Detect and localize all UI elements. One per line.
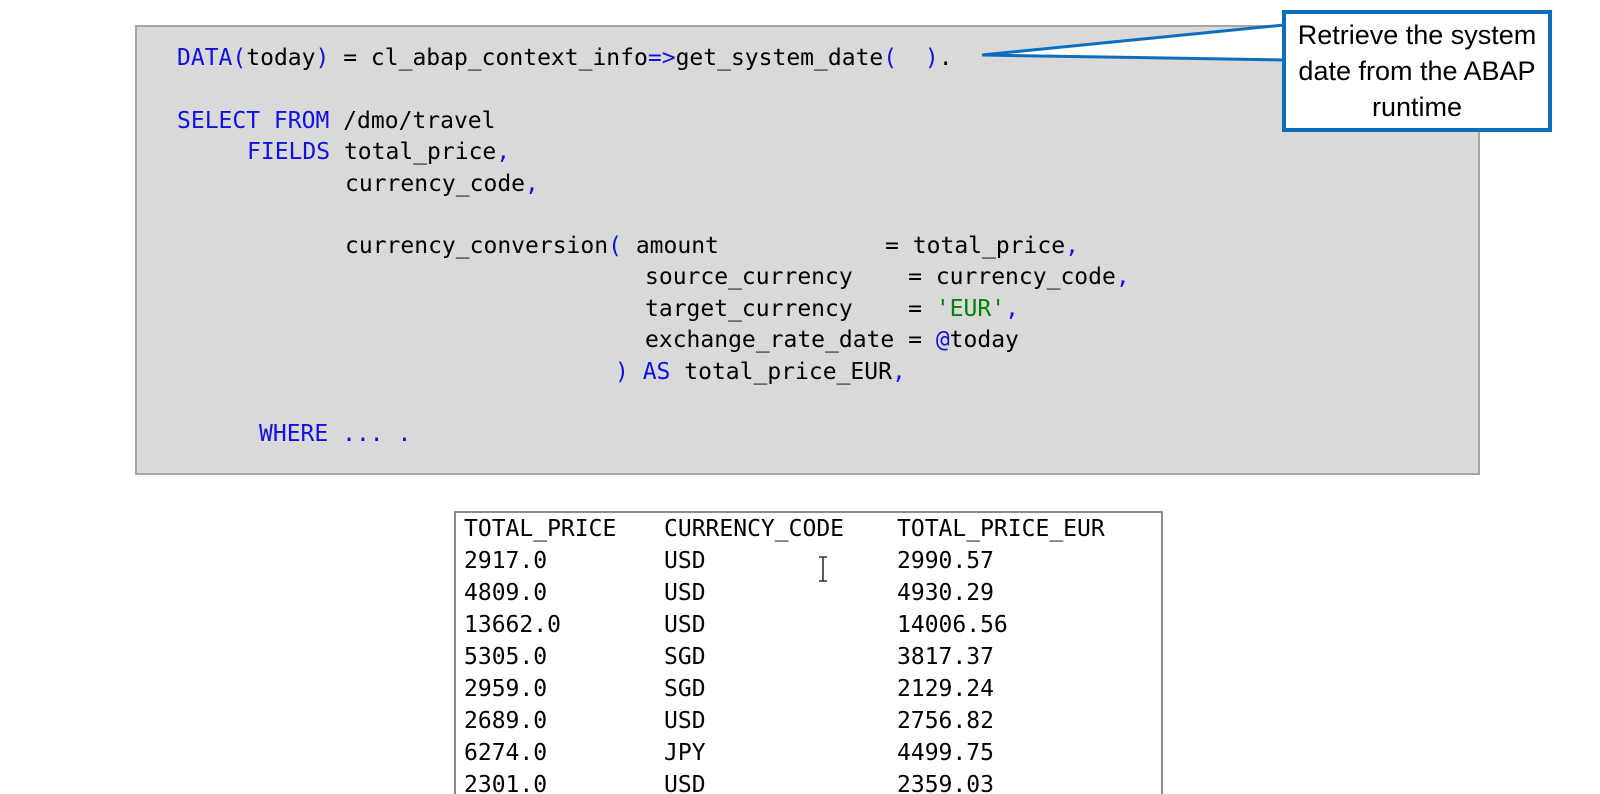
table-row: 2959.0 SGD 2129.24 (464, 673, 994, 705)
callout-text: Retrieve the system date from the ABAP r… (1297, 20, 1537, 122)
code-string-eur: 'EUR' (935, 296, 1006, 322)
code-line-select: SELECT FROM /dmo/travel (177, 105, 496, 137)
code-param-source: source_currency (645, 264, 909, 290)
code-value-total-price: total_price (898, 233, 1066, 259)
code-keyword-as: AS (628, 359, 671, 385)
code-where-rest: ... . (328, 421, 412, 447)
cell-total-price: 6274.0 (464, 740, 548, 766)
code-value-today: today (949, 327, 1019, 353)
cell-currency-code: USD (664, 772, 706, 794)
code-data-rest-b: get_system_date (675, 45, 884, 71)
text-cursor-icon (819, 556, 827, 582)
cell-total-price-eur: 2990.57 (897, 548, 994, 574)
code-keyword-fields: FIELDS (247, 139, 331, 165)
cell-total-price-eur: 14006.56 (897, 612, 1008, 638)
code-param-rate-date: exchange_rate_date (645, 327, 909, 353)
cell-currency-code: SGD (664, 644, 706, 670)
cell-total-price-eur: 2756.82 (897, 708, 994, 734)
code-keyword-where: WHERE (259, 421, 329, 447)
code-keyword-data: DATA( (177, 45, 247, 71)
table-row: 4809.0 USD 4930.29 (464, 577, 994, 609)
code-comma: , (496, 139, 511, 165)
cell-currency-code: USD (664, 548, 706, 574)
code-equals: = (908, 264, 922, 290)
table-row: 6274.0 JPY 4499.75 (464, 737, 994, 769)
code-operator: => (647, 45, 676, 71)
code-comma: , (525, 171, 539, 197)
code-line-target: target_currency = 'EUR', (645, 293, 1019, 325)
cell-currency-code: USD (664, 580, 706, 606)
code-param-amount: amount (621, 233, 886, 259)
cell-total-price: 5305.0 (464, 644, 548, 670)
cell-total-price: 4809.0 (464, 580, 548, 606)
result-header-total-price: TOTAL_PRICE (464, 516, 617, 542)
result-table: TOTAL_PRICE CURRENCY_CODE TOTAL_PRICE_EU… (454, 511, 1163, 794)
code-equals: = (908, 296, 922, 322)
table-row: 5305.0 SGD 3817.37 (464, 641, 994, 673)
code-data-rest-a: = cl_abap_context_info (329, 45, 648, 71)
code-line-conversion: currency_conversion( amount = total_pric… (345, 230, 1079, 262)
code-select-table: /dmo/travel (329, 108, 496, 134)
table-row: 13662.0 USD 14006.56 (464, 609, 1008, 641)
code-value-currency-code: currency_code (921, 264, 1116, 290)
code-alias-total-price-eur: total_price_EUR (670, 359, 892, 385)
code-equals: = (885, 233, 899, 259)
code-field-total-price: total_price (330, 139, 497, 165)
cell-total-price-eur: 4499.75 (897, 740, 994, 766)
code-panel: DATA(today) = cl_abap_context_info=>get_… (135, 25, 1480, 475)
code-var-today: today (246, 45, 316, 71)
code-comma: , (891, 359, 906, 385)
code-equals: = (908, 327, 922, 353)
code-keyword-select: SELECT FROM (177, 108, 330, 134)
table-row: 2917.0 USD 2990.57 (464, 545, 994, 577)
code-paren-close: ) (924, 45, 939, 71)
cell-currency-code: SGD (664, 676, 706, 702)
code-line-as: ) AS total_price_EUR, (615, 356, 906, 388)
code-line-where: WHERE ... . (259, 418, 411, 450)
code-comma: , (1065, 233, 1079, 259)
code-paren-close: ) (615, 359, 629, 385)
cell-total-price: 2689.0 (464, 708, 548, 734)
cell-total-price-eur: 2359.03 (897, 772, 994, 794)
code-paren-open: ( (883, 45, 898, 71)
table-row: 2689.0 USD 2756.82 (464, 705, 994, 737)
cell-total-price: 2917.0 (464, 548, 548, 574)
code-line-rate: exchange_rate_date = @today (645, 324, 1019, 356)
cell-total-price-eur: 2129.24 (897, 676, 994, 702)
cell-currency-code: JPY (664, 740, 706, 766)
code-comma: , (1115, 264, 1130, 290)
code-paren: ) (315, 45, 330, 71)
cell-currency-code: USD (664, 708, 706, 734)
code-line-currency-code: currency_code, (345, 168, 539, 200)
result-header-currency-code: CURRENCY_CODE (664, 516, 845, 542)
code-line-fields: FIELDS total_price, (247, 136, 510, 168)
code-line-source: source_currency = currency_code, (645, 261, 1130, 293)
code-period: . (938, 45, 953, 71)
table-row: 2301.0 USD 2359.03 (464, 769, 994, 794)
cell-total-price: 2959.0 (464, 676, 548, 702)
result-header-total-price-eur: TOTAL_PRICE_EUR (897, 516, 1105, 542)
callout-box: Retrieve the system date from the ABAP r… (1282, 10, 1552, 132)
code-host-var-marker: @ (921, 327, 950, 353)
cell-total-price: 13662.0 (464, 612, 561, 638)
cell-total-price-eur: 4930.29 (897, 580, 994, 606)
result-header-row: TOTAL_PRICE CURRENCY_CODE TOTAL_PRICE_EU… (464, 513, 1105, 545)
cell-total-price-eur: 3817.37 (897, 644, 994, 670)
cell-currency-code: USD (664, 612, 706, 638)
code-comma: , (1005, 296, 1019, 322)
code-field-currency-code: currency_code (345, 171, 526, 197)
code-param-target: target_currency (645, 296, 909, 322)
cell-total-price: 2301.0 (464, 772, 548, 794)
code-function-conversion: currency_conversion (345, 233, 609, 259)
code-line-data: DATA(today) = cl_abap_context_info=>get_… (177, 42, 953, 74)
code-paren-open: ( (608, 233, 622, 259)
